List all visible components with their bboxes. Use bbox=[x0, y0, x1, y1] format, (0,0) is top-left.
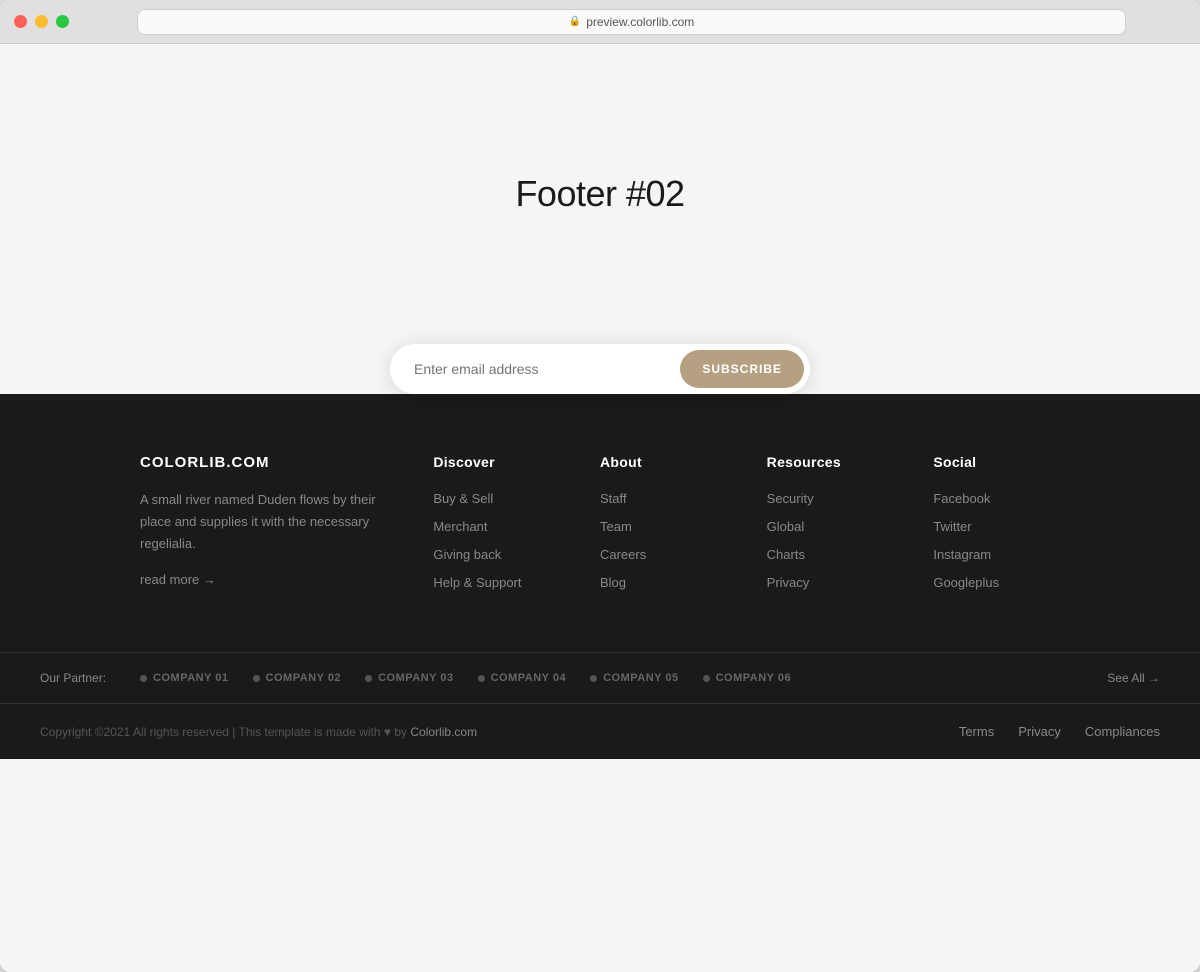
discover-link-buy-sell[interactable]: Buy & Sell bbox=[433, 491, 493, 506]
footer-partners-bar: Our Partner: COMPANY 01 COMPANY 02 COMPA… bbox=[0, 652, 1200, 704]
footer-main: COLORLIB.COM A small river named Duden f… bbox=[100, 424, 1100, 652]
maximize-button[interactable] bbox=[56, 15, 69, 28]
resources-link-privacy[interactable]: Privacy bbox=[767, 575, 810, 590]
footer-about-col: About Staff Team Careers Blog bbox=[600, 454, 727, 602]
list-item: Security bbox=[767, 490, 894, 508]
list-item: Googleplus bbox=[933, 574, 1060, 592]
partner-name: COMPANY 05 bbox=[603, 672, 679, 684]
discover-link-merchant[interactable]: Merchant bbox=[433, 519, 487, 534]
footer-resources-col: Resources Security Global Charts Privacy bbox=[767, 454, 894, 602]
page-title: Footer #02 bbox=[515, 173, 684, 215]
partner-name: COMPANY 02 bbox=[266, 672, 342, 684]
discover-link-giving-back[interactable]: Giving back bbox=[433, 547, 501, 562]
partner-name: COMPANY 06 bbox=[716, 672, 792, 684]
footer-brand-col: COLORLIB.COM A small river named Duden f… bbox=[140, 454, 393, 602]
partner-item-2[interactable]: COMPANY 02 bbox=[253, 672, 342, 684]
legal-link-privacy[interactable]: Privacy bbox=[1018, 724, 1061, 739]
minimize-button[interactable] bbox=[35, 15, 48, 28]
list-item: Merchant bbox=[433, 518, 560, 536]
footer-copyright: Copyright ©2021 All rights reserved | Th… bbox=[40, 725, 477, 739]
social-link-facebook[interactable]: Facebook bbox=[933, 491, 990, 506]
copyright-link[interactable]: Colorlib.com bbox=[410, 725, 477, 739]
social-heading: Social bbox=[933, 454, 1060, 470]
about-link-careers[interactable]: Careers bbox=[600, 547, 646, 562]
legal-link-compliances[interactable]: Compliances bbox=[1085, 724, 1160, 739]
partner-dot-icon bbox=[140, 675, 147, 682]
partner-item-1[interactable]: COMPANY 01 bbox=[140, 672, 229, 684]
partner-name: COMPANY 03 bbox=[378, 672, 454, 684]
partner-name: COMPANY 01 bbox=[153, 672, 229, 684]
list-item: Staff bbox=[600, 490, 727, 508]
subscribe-form: SUBSCRIBE bbox=[390, 344, 810, 394]
browser-window: 🔒 preview.colorlib.com Footer #02 SUBSCR… bbox=[0, 0, 1200, 972]
list-item: Privacy bbox=[767, 574, 894, 592]
partners-label: Our Partner: bbox=[40, 671, 106, 685]
footer: COLORLIB.COM A small river named Duden f… bbox=[0, 364, 1200, 759]
partner-dot-icon bbox=[478, 675, 485, 682]
footer-social-col: Social Facebook Twitter Instagram Google… bbox=[933, 454, 1060, 602]
lock-icon: 🔒 bbox=[569, 16, 581, 27]
list-item: Twitter bbox=[933, 518, 1060, 536]
partner-name: COMPANY 04 bbox=[491, 672, 567, 684]
discover-list: Buy & Sell Merchant Giving back Help & S… bbox=[433, 490, 560, 592]
brand-description: A small river named Duden flows by their… bbox=[140, 489, 393, 555]
list-item: Facebook bbox=[933, 490, 1060, 508]
list-item: Charts bbox=[767, 546, 894, 564]
browser-titlebar: 🔒 preview.colorlib.com bbox=[0, 0, 1200, 44]
discover-link-help-support[interactable]: Help & Support bbox=[433, 575, 521, 590]
subscribe-button[interactable]: SUBSCRIBE bbox=[680, 350, 804, 388]
url-text: preview.colorlib.com bbox=[586, 15, 694, 29]
partner-dot-icon bbox=[253, 675, 260, 682]
social-link-twitter[interactable]: Twitter bbox=[933, 519, 971, 534]
footer-bottom: Copyright ©2021 All rights reserved | Th… bbox=[0, 704, 1200, 759]
subscribe-section: SUBSCRIBE bbox=[0, 344, 1200, 394]
resources-link-security[interactable]: Security bbox=[767, 491, 814, 506]
social-link-googleplus[interactable]: Googleplus bbox=[933, 575, 999, 590]
partner-item-4[interactable]: COMPANY 04 bbox=[478, 672, 567, 684]
close-button[interactable] bbox=[14, 15, 27, 28]
about-list: Staff Team Careers Blog bbox=[600, 490, 727, 592]
resources-list: Security Global Charts Privacy bbox=[767, 490, 894, 592]
resources-heading: Resources bbox=[767, 454, 894, 470]
brand-name: COLORLIB.COM bbox=[140, 454, 393, 471]
list-item: Global bbox=[767, 518, 894, 536]
resources-link-global[interactable]: Global bbox=[767, 519, 805, 534]
address-bar[interactable]: 🔒 preview.colorlib.com bbox=[137, 9, 1126, 35]
partner-dot-icon bbox=[590, 675, 597, 682]
social-link-instagram[interactable]: Instagram bbox=[933, 547, 991, 562]
discover-heading: Discover bbox=[433, 454, 560, 470]
about-heading: About bbox=[600, 454, 727, 470]
social-list: Facebook Twitter Instagram Googleplus bbox=[933, 490, 1060, 592]
list-item: Giving back bbox=[433, 546, 560, 564]
footer-discover-col: Discover Buy & Sell Merchant Giving back… bbox=[433, 454, 560, 602]
partner-item-5[interactable]: COMPANY 05 bbox=[590, 672, 679, 684]
browser-content: Footer #02 SUBSCRIBE COLORLIB.COM A smal… bbox=[0, 44, 1200, 919]
list-item: Instagram bbox=[933, 546, 1060, 564]
footer-legal-links: Terms Privacy Compliances bbox=[959, 724, 1160, 739]
list-item: Blog bbox=[600, 574, 727, 592]
list-item: Careers bbox=[600, 546, 727, 564]
see-all-link[interactable]: See All → bbox=[1107, 671, 1160, 685]
list-item: Team bbox=[600, 518, 727, 536]
partner-item-6[interactable]: COMPANY 06 bbox=[703, 672, 792, 684]
about-link-team[interactable]: Team bbox=[600, 519, 632, 534]
hero-section: Footer #02 bbox=[0, 44, 1200, 344]
email-input[interactable] bbox=[414, 361, 680, 377]
page-below-footer bbox=[0, 759, 1200, 919]
list-item: Buy & Sell bbox=[433, 490, 560, 508]
list-item: Help & Support bbox=[433, 574, 560, 592]
about-link-blog[interactable]: Blog bbox=[600, 575, 626, 590]
partner-dot-icon bbox=[365, 675, 372, 682]
partner-item-3[interactable]: COMPANY 03 bbox=[365, 672, 454, 684]
read-more-link[interactable]: read more → bbox=[140, 572, 216, 587]
partner-dot-icon bbox=[703, 675, 710, 682]
resources-link-charts[interactable]: Charts bbox=[767, 547, 805, 562]
copyright-text: Copyright ©2021 All rights reserved | Th… bbox=[40, 725, 407, 739]
legal-link-terms[interactable]: Terms bbox=[959, 724, 994, 739]
about-link-staff[interactable]: Staff bbox=[600, 491, 627, 506]
